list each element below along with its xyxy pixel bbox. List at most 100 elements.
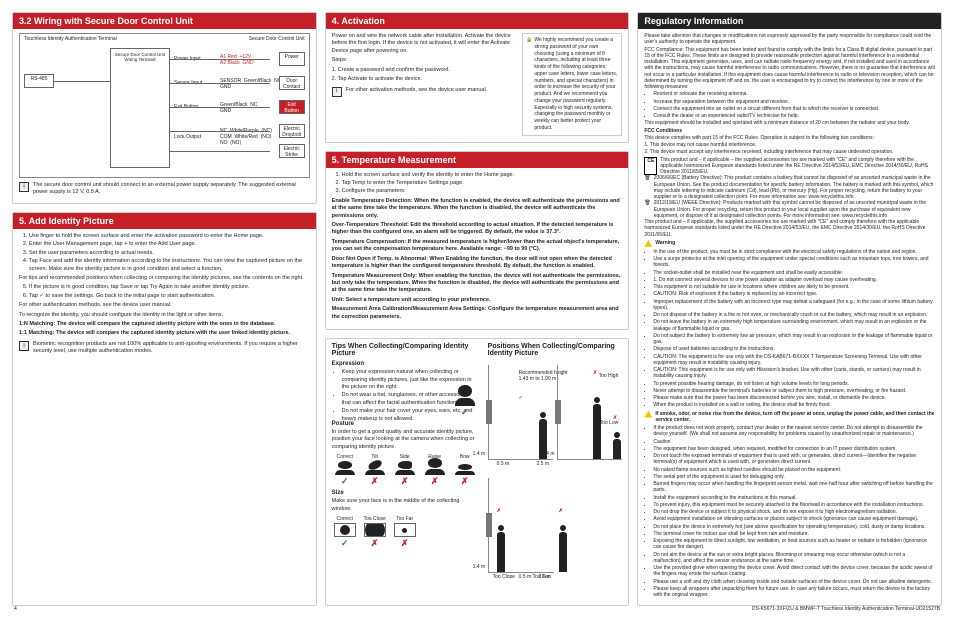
face-correct: Correct ✓ (332, 454, 358, 486)
wiring-diagram: Touchless Identity Authentication Termin… (19, 33, 310, 178)
reg-para: 1. This device may not cause harmful int… (644, 142, 935, 148)
reg-fcc-cond: FCC Conditions (644, 128, 682, 134)
activation-step: 1. Create a password and confirm the pas… (332, 67, 516, 74)
temp-param: Enable Temperature Detection: When the f… (332, 198, 620, 219)
reg-para: In the use of the product, you must be i… (653, 249, 935, 255)
too-close-label: Too Close (493, 574, 515, 580)
reg-para: FCC Compliance: This equipment has been … (644, 47, 935, 91)
battery-icon: 🗑 (644, 175, 650, 200)
reg-para: Use the provided glove when opening the … (653, 565, 935, 578)
cross-icon: ✗ (370, 538, 380, 548)
activation-title: 4. Activation (326, 13, 629, 29)
cross-icon: ✗ (613, 415, 617, 421)
reg-para: Do not leave the battery in an extremely… (653, 319, 935, 332)
wiring-title: 3.2 Wiring with Secure Door Control Unit (13, 13, 316, 29)
reg-para: This product and – if applicable, the su… (644, 219, 935, 238)
cross-icon: ✗ (400, 538, 410, 548)
temp-param: Temperature Measurement Only: When enabl… (332, 273, 621, 294)
temp-item: Configure the parameters: (342, 188, 623, 195)
row-lock-lbl: Lock Output (174, 134, 201, 140)
center-box: Secure Door Control Unit Wiring Terminal (110, 48, 170, 168)
activation-body: Power on and wire the network cable afte… (332, 33, 516, 136)
cross-icon: ✗ (559, 508, 563, 514)
reg-para: Do not dispose of the battery in a fire … (653, 312, 935, 318)
row-sensor-right: Door Contact (279, 76, 305, 90)
activation-step: Steps: (332, 57, 516, 64)
regulatory-title: Regulatory Information (638, 13, 941, 29)
reg-para: Reorient or relocate the receiving anten… (653, 91, 935, 97)
temp-param: Temperature Compensation: If the measure… (332, 239, 620, 252)
rs485-box: RS-485 (24, 74, 54, 88)
row-power-wires: A1 Red +12V A2 Black GND (220, 54, 254, 66)
wiring-note-text: The secure door control unit should conn… (33, 182, 310, 197)
row-exit-right: Exit Button (279, 100, 305, 114)
size-faces: Correct ✓ Too Close ✗ (332, 516, 478, 548)
reg-para: Do not drop the device or subject it to … (653, 509, 935, 515)
reg-para: Install the equipment according to the i… (653, 495, 935, 501)
reg-para: Avoid equipment installation on vibratin… (653, 516, 935, 522)
reg-para: Increase the separation between the equi… (653, 99, 935, 105)
cross-icon: ✗ (370, 476, 380, 486)
expression-face-icon: ✓ (452, 385, 478, 417)
temp-param: Unit: Select a temperature unit accordin… (332, 297, 491, 303)
reg-para: Improper replacement of the battery with… (653, 299, 935, 312)
too-high-label: Too High (599, 373, 619, 379)
activation-sidenote: 🔒 We highly recommend you create a stron… (522, 33, 622, 136)
reg-para: Do not subject the battery to extremely … (653, 333, 935, 346)
reg-para: CAUTION: This equipment is for use only … (653, 367, 935, 380)
wiring-panel: 3.2 Wiring with Secure Door Control Unit… (12, 12, 317, 204)
identity-step: Enter the User Management page, tap + to… (29, 241, 310, 248)
reg-para: The socket-outlet shall be installed nea… (653, 270, 935, 276)
height-label: 1.4 m (473, 451, 486, 457)
identity-step: Tap Face and add the identity informatio… (29, 258, 310, 273)
pos-diagram-height-bad: Too High Too Low 1.4 m ✗ ✗ (557, 365, 622, 460)
row-power-right: Power (279, 52, 305, 66)
cross-icon: ✗ (593, 370, 597, 376)
temp-param: Over-Temperature Threshold: Edit the thr… (332, 222, 614, 235)
expression-heading: Expression (332, 361, 478, 367)
footer-doc-id: DS-K5671-3XF/ZU & BMWF-T Touchless Ident… (752, 606, 940, 612)
identity-matching-11: 1:1 Matching: The device will compare th… (19, 330, 290, 336)
pos-diagram-correct: Recommended height 1.43 m to 1.90 m 1.4 … (488, 365, 553, 460)
reg-para: The equipment has been designed, when re… (653, 446, 935, 452)
posture-text: In order to get a good quality and accur… (332, 429, 478, 451)
tips-right-title: Positions When Collecting/Comparing Iden… (488, 343, 623, 357)
posture-faces: Correct ✓ Tilt ✗ Side ✗ (332, 454, 478, 486)
row-sensor-wires: SENSOR Green/Black NC GND (220, 78, 281, 90)
identity-step: For tips and recommended positions when … (19, 275, 310, 282)
warning-icon (644, 411, 652, 418)
temperature-body: Hold the screen surface and verify the i… (332, 172, 623, 322)
reg-para: CAUTION: Risk of explosion if the batter… (653, 291, 935, 297)
note-icon: i (332, 87, 342, 97)
reg-para: Do not place the device in extremely hot… (653, 524, 935, 530)
reg-para: If the product does not work properly, c… (653, 425, 935, 438)
check-icon: ✓ (340, 538, 350, 548)
ce-icon: CE (644, 157, 657, 176)
reg-para: To prevent possible hearing damage, do n… (653, 381, 935, 387)
activation-note: For other activation methods, see the de… (346, 87, 488, 97)
identity-step: To recognize the identity, you should co… (19, 312, 310, 319)
tips-panel: Tips When Collecting/Comparing Identity … (325, 338, 630, 606)
reg-para: This equipment should be installed and o… (644, 120, 935, 126)
cross-icon: ✗ (497, 508, 501, 514)
reg-para: 2006/66/EC (Battery Directive): This pro… (654, 175, 935, 200)
reg-para: Please use a soft and dry cloth when cle… (653, 579, 935, 585)
dist-label: 2.5 m (539, 574, 552, 580)
reg-para: Please take attention that changes or mo… (644, 33, 935, 46)
temp-param: Door Not Open if Temp. is Abnormal: When… (332, 256, 612, 269)
face-size-correct: Correct ✓ (332, 516, 358, 548)
reg-para: Please make sure that the power has been… (653, 395, 935, 401)
reg-warning-h: Warning (655, 240, 675, 247)
activation-panel: 4. Activation Power on and wire the netw… (325, 12, 630, 143)
reg-para: Caution (653, 439, 935, 445)
reg-para: CAUTION: The equipment is for use only w… (653, 354, 935, 367)
reg-para: Connect the equipment into an outlet on … (653, 106, 935, 112)
lock-icon: 🔒 (526, 37, 532, 132)
row-lock-right-a: Electric Dropbolt (279, 124, 305, 138)
identity-title: 5. Add Identity Picture (13, 213, 316, 229)
cross-icon: ✗ (460, 476, 470, 486)
reg-para: 2. This device must accept any interfere… (644, 149, 935, 155)
temperature-panel: 5. Temperature Measurement Hold the scre… (325, 151, 630, 331)
reg-para: Burned fingers may occur when handling t… (653, 481, 935, 494)
cross-icon: ✗ (430, 476, 440, 486)
